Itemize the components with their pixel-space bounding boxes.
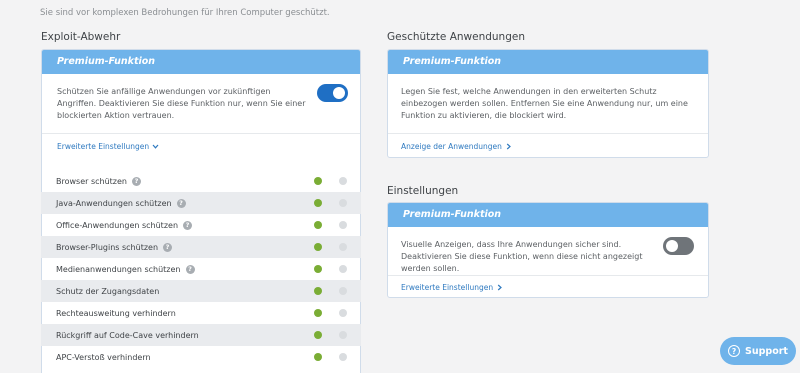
status-on-dot[interactable] [314,265,322,273]
status-on-dot[interactable] [314,221,322,229]
status-on-dot[interactable] [314,177,322,185]
exploit-section-title: Exploit-Abwehr [41,31,121,43]
settings-card: Premium-Funktion Visuelle Anzeigen, dass… [387,202,709,298]
status-on-dot[interactable] [314,353,322,361]
status-off-dot[interactable] [339,287,347,295]
show-applications-link[interactable]: Anzeige der Anwendungen [401,142,512,151]
feature-label: Browser schützen [56,176,127,186]
settings-advanced-settings-link[interactable]: Erweiterte Einstellungen [401,283,503,292]
status-off-dot[interactable] [339,309,347,317]
premium-badge: Premium-Funktion [42,50,360,74]
help-icon[interactable]: ? [176,198,186,208]
show-applications-label: Anzeige der Anwendungen [401,142,502,151]
question-icon: ? [728,345,741,357]
status-off-dot[interactable] [339,331,347,339]
support-label: Support [745,345,788,357]
toggle-knob [333,87,345,99]
chevron-down-icon [152,143,159,150]
status-on-dot[interactable] [314,199,322,207]
protected-apps-section-title: Geschützte Anwendungen [387,31,525,43]
status-off-dot[interactable] [339,177,347,185]
status-on-dot[interactable] [314,331,322,339]
premium-badge: Premium-Funktion [388,203,708,227]
exploit-advanced-settings-link[interactable]: Erweiterte Einstellungen [57,142,159,151]
feature-row-code-cave: Rückgriff auf Code-Cave verhindern [41,324,361,346]
page-subtitle: Sie sind vor komplexen Bedrohungen für I… [40,8,330,18]
feature-label: APC-Verstoß verhindern [56,352,151,362]
protected-apps-card: Premium-Funktion Legen Sie fest, welche … [387,49,709,158]
feature-label: Browser-Plugins schützen [56,242,159,252]
status-off-dot[interactable] [339,353,347,361]
settings-description: Visuelle Anzeigen, dass Ihre Anwendungen… [401,240,643,273]
feature-label: Rückgriff auf Code-Cave verhindern [56,330,199,340]
status-on-dot[interactable] [314,287,322,295]
feature-label: Schutz der Zugangsdaten [56,286,160,296]
feature-row-privilege-escalation: Rechteausweitung verhindern [41,302,361,324]
help-icon[interactable]: ? [185,264,195,274]
divider [388,133,708,134]
exploit-description: Schützen Sie anfällige Anwendungen vor z… [57,87,306,120]
exploit-toggle[interactable] [317,84,348,102]
feature-row-credentials: Schutz der Zugangsdaten [41,280,361,302]
visual-indicator-toggle[interactable] [663,237,694,255]
protected-apps-description: Legen Sie fest, welche Anwendungen in de… [401,87,688,120]
status-on-dot[interactable] [314,309,322,317]
divider [388,275,708,276]
support-button[interactable]: ? Support [720,337,796,365]
feature-label: Office-Anwendungen schützen [56,220,179,230]
feature-row-browser: Browser schützen? [41,170,361,192]
status-off-dot[interactable] [339,243,347,251]
status-off-dot[interactable] [339,265,347,273]
status-off-dot[interactable] [339,221,347,229]
exploit-feature-list: Browser schützen? Java-Anwendungen schüt… [41,170,361,368]
chevron-right-icon [505,143,512,150]
help-icon[interactable]: ? [132,176,141,186]
settings-section-title: Einstellungen [387,185,459,197]
feature-label: Java-Anwendungen schützen [56,198,172,208]
chevron-right-icon [496,284,503,291]
help-icon[interactable]: ? [183,220,193,230]
feature-label: Medienanwendungen schützen [56,264,181,274]
feature-row-office: Office-Anwendungen schützen? [41,214,361,236]
feature-row-media: Medienanwendungen schützen? [41,258,361,280]
feature-row-apc-violation: APC-Verstoß verhindern [41,346,361,368]
advanced-settings-label: Erweiterte Einstellungen [57,142,150,151]
help-icon[interactable]: ? [163,242,173,252]
status-off-dot[interactable] [339,199,347,207]
divider [42,133,360,134]
toggle-knob [666,240,678,252]
status-on-dot[interactable] [314,243,322,251]
premium-badge: Premium-Funktion [388,50,708,74]
feature-row-java: Java-Anwendungen schützen? [41,192,361,214]
advanced-settings-label: Erweiterte Einstellungen [401,283,494,292]
feature-row-browser-plugins: Browser-Plugins schützen? [41,236,361,258]
feature-label: Rechteausweitung verhindern [56,308,176,318]
